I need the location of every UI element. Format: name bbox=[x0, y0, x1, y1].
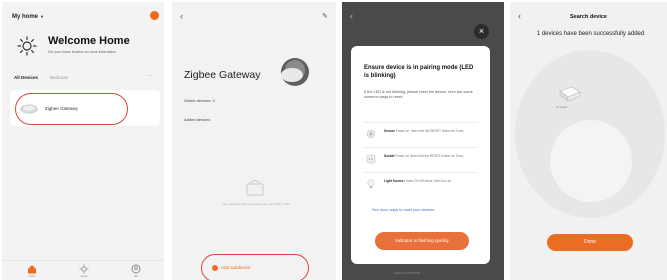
nav-label-me: Me bbox=[134, 275, 138, 278]
gateway-title: Zigbee Gateway bbox=[184, 69, 261, 81]
scene-icon[interactable] bbox=[79, 264, 89, 274]
add-subdevice-button[interactable]: Add subdevice bbox=[212, 265, 251, 271]
divider bbox=[364, 172, 478, 173]
edit-icon[interactable]: ✎ bbox=[322, 12, 328, 20]
back-icon[interactable]: ‹ bbox=[180, 11, 183, 21]
home-icon[interactable] bbox=[27, 264, 37, 274]
row-text: Power on, then hold the RESET button for… bbox=[395, 129, 464, 133]
plus-icon bbox=[212, 265, 218, 271]
row-title: Socket bbox=[384, 154, 395, 158]
more-reset-ways-link[interactable]: See more ways to reset your devices bbox=[372, 208, 434, 212]
found-device-icon bbox=[559, 86, 581, 102]
reset-row-sensor: Sensor Power on, then hold the RESET but… bbox=[384, 129, 476, 133]
tab-bedroom[interactable]: Bedroom bbox=[50, 75, 68, 80]
socket-icon bbox=[366, 154, 376, 164]
back-icon[interactable]: ‹ bbox=[350, 11, 353, 21]
more-icon[interactable]: ··· bbox=[146, 73, 152, 79]
gateway-device-icon bbox=[281, 58, 309, 86]
caret-down-icon: ▼ bbox=[40, 14, 44, 19]
row-text: Power on, then hold the RESET button for… bbox=[395, 154, 464, 158]
online-devices: Online devices: 0 bbox=[184, 98, 215, 103]
row-title: Light Source bbox=[384, 179, 404, 183]
gateway-icon bbox=[20, 104, 38, 114]
device-name: Zigbee Gateway bbox=[45, 106, 78, 111]
added-devices-label: Added devices bbox=[184, 117, 211, 122]
tab-all-devices[interactable]: All Devices bbox=[14, 75, 38, 80]
row-title: Sensor bbox=[384, 129, 395, 133]
add-icon[interactable] bbox=[150, 11, 159, 20]
empty-state-text: Your Gateway has no devices yet, tap "Ad… bbox=[222, 202, 290, 206]
bulb-icon bbox=[367, 179, 375, 189]
divider bbox=[364, 122, 478, 123]
home-screen: My home ▼ Welcome Home Set your home loca… bbox=[2, 2, 164, 280]
indicator-flashing-button[interactable]: Indicator is flashing quickly bbox=[375, 232, 469, 250]
gateway-screen: ‹ ✎ Zigbee Gateway Online devices: 0 Add… bbox=[172, 2, 336, 280]
close-icon[interactable]: × bbox=[474, 24, 489, 39]
reset-row-light: Light Source Power On-Off thrice, then t… bbox=[384, 179, 476, 183]
nav-label-scene: Scene bbox=[80, 275, 88, 278]
background-add-subdevice: Add subdevice bbox=[394, 270, 421, 275]
add-subdevice-label: Add subdevice bbox=[221, 265, 251, 271]
search-device-screen: ‹ Search device 1 devices have been succ… bbox=[510, 2, 667, 280]
done-button[interactable]: Done bbox=[547, 234, 633, 251]
welcome-title: Welcome Home bbox=[48, 35, 130, 47]
found-device-label: 1/1 added bbox=[556, 106, 568, 109]
profile-icon[interactable] bbox=[131, 264, 141, 274]
dialog-description: If the LED is not blinking, please reset… bbox=[364, 90, 473, 99]
nav-label-home: Home bbox=[28, 275, 36, 278]
home-title: My home bbox=[12, 14, 39, 20]
row-text: Power On-Off thrice, then turn on bbox=[404, 179, 452, 183]
search-radar-inner bbox=[550, 120, 632, 202]
pairing-mode-screen: ‹ × Ensure device is in pairing mode (LE… bbox=[342, 2, 504, 280]
sun-icon bbox=[17, 36, 37, 56]
reset-row-socket: Socket Power on, then hold the RESET but… bbox=[384, 154, 476, 158]
page-title: Search device bbox=[570, 14, 607, 20]
empty-devices-icon bbox=[246, 180, 264, 196]
sensor-icon bbox=[366, 129, 376, 139]
divider bbox=[364, 147, 478, 148]
success-message: 1 devices have been successfully added bbox=[536, 31, 645, 37]
welcome-subtitle[interactable]: Set your home location for more informat… bbox=[48, 50, 116, 54]
dialog-title: Ensure device is in pairing mode (LED is… bbox=[364, 65, 474, 79]
home-selector[interactable]: My home ▼ bbox=[12, 14, 44, 20]
